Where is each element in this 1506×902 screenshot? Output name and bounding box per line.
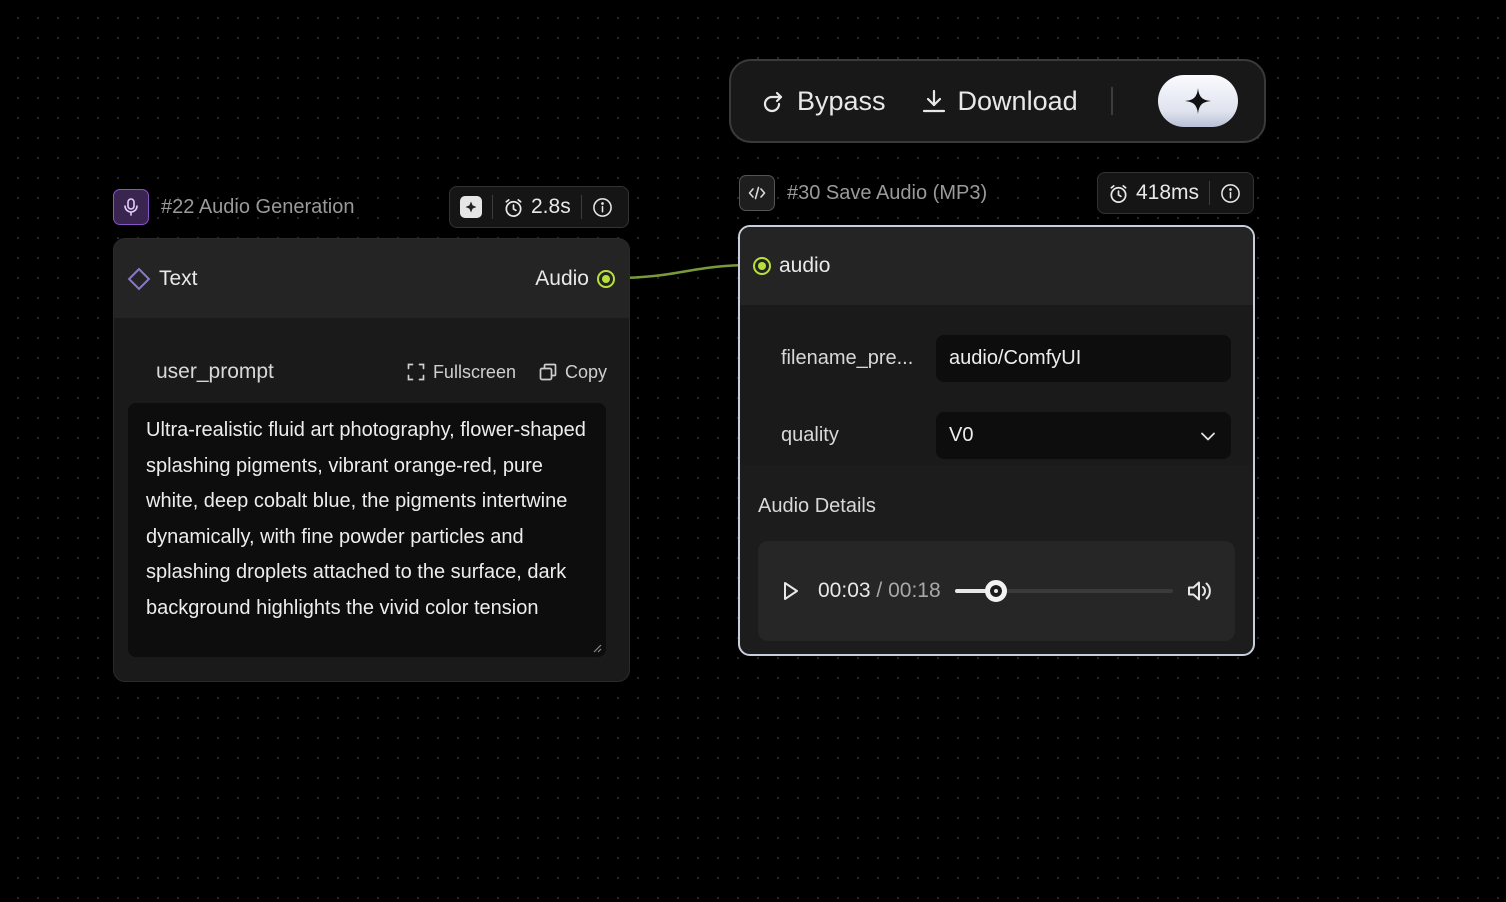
widget-name: user_prompt: [156, 360, 274, 383]
timer-icon: [503, 197, 524, 218]
node-30-status: 418ms: [1097, 172, 1254, 214]
download-icon: [920, 87, 948, 115]
microphone-icon: [113, 189, 149, 225]
output-label: Audio: [535, 266, 589, 290]
timer-icon: [1108, 183, 1129, 204]
filename-label: filename_pre...: [781, 347, 914, 369]
audio-details-title: Audio Details: [740, 465, 1253, 529]
time-separator: /: [876, 579, 883, 602]
filename-prefix-widget: filename_pre... audio/ComfyUI: [740, 335, 1253, 382]
node-title: #22 Audio Generation: [161, 195, 355, 218]
execution-time: 418ms: [1098, 173, 1209, 213]
download-label: Download: [957, 85, 1078, 116]
node-30-header[interactable]: #30 Save Audio (MP3): [739, 175, 987, 211]
volume-icon: [1185, 577, 1213, 605]
input-slot-text[interactable]: Text: [127, 267, 198, 291]
info-icon: [1220, 183, 1241, 204]
chevron-down-icon: [1198, 426, 1218, 446]
node-22-status: 2.8s: [449, 186, 629, 228]
node-io-bar: Text Audio: [114, 239, 629, 318]
ai-assist-button[interactable]: [1158, 75, 1238, 127]
time-display: 00:03 / 00:18: [818, 579, 941, 603]
input-label: audio: [779, 254, 831, 277]
current-time: 00:03: [818, 579, 871, 602]
diamond-slot-icon: [127, 267, 151, 290]
duration-label: 2.8s: [531, 195, 571, 218]
badge-button[interactable]: [450, 187, 492, 227]
output-port-icon[interactable]: [597, 269, 615, 288]
bypass-label: Bypass: [797, 85, 886, 116]
fullscreen-icon: [406, 362, 426, 382]
bypass-button[interactable]: Bypass: [759, 86, 886, 117]
node-title: #30 Save Audio (MP3): [787, 181, 988, 204]
seek-slider[interactable]: [954, 580, 1173, 602]
fullscreen-button[interactable]: Fullscreen: [406, 362, 516, 383]
quality-select[interactable]: V0: [936, 412, 1231, 459]
selection-toolbar: Bypass Download: [729, 59, 1266, 143]
input-slot-audio[interactable]: audio: [753, 254, 830, 278]
resize-handle-icon[interactable]: [592, 643, 602, 653]
execution-time: 2.8s: [493, 187, 581, 227]
volume-button[interactable]: [1185, 577, 1213, 605]
download-button[interactable]: Download: [920, 86, 1078, 117]
copy-label: Copy: [564, 361, 607, 382]
info-icon: [592, 197, 613, 218]
play-icon: [778, 579, 802, 603]
play-button[interactable]: [778, 579, 802, 603]
filename-input[interactable]: audio/ComfyUI: [936, 335, 1231, 382]
duration-label: 418ms: [1136, 181, 1200, 204]
node-io-bar: audio: [740, 227, 1253, 305]
audio-player: 00:03 / 00:18: [758, 541, 1235, 641]
fullscreen-label: Fullscreen: [432, 361, 516, 382]
widget-area: filename_pre... audio/ComfyUI quality V0: [740, 305, 1253, 465]
node-22-card[interactable]: Text Audio user_prompt Fullscreen Copy U…: [113, 238, 630, 682]
quality-label: quality: [781, 424, 839, 446]
total-time: 00:18: [888, 579, 941, 602]
bypass-icon: [759, 87, 787, 115]
quality-widget: quality V0: [740, 412, 1253, 459]
badge-icon: [460, 196, 482, 218]
node-30-card[interactable]: audio filename_pre... audio/ComfyUI qual…: [738, 225, 1255, 656]
quality-value: V0: [949, 424, 974, 446]
copy-icon: [538, 362, 558, 382]
node-22-header[interactable]: #22 Audio Generation: [113, 189, 355, 225]
info-button[interactable]: [1210, 173, 1251, 213]
prompt-textarea[interactable]: Ultra-realistic fluid art photography, f…: [128, 403, 606, 657]
prompt-text: Ultra-realistic fluid art photography, f…: [146, 419, 586, 619]
input-label: Text: [159, 266, 198, 290]
filename-value: audio/ComfyUI: [949, 347, 1082, 369]
seek-thumb[interactable]: [985, 580, 1008, 602]
copy-button[interactable]: Copy: [538, 362, 607, 383]
input-port-icon[interactable]: [753, 257, 771, 275]
info-button[interactable]: [582, 187, 623, 227]
output-slot-audio[interactable]: Audio: [535, 267, 615, 291]
code-icon: [739, 175, 775, 211]
toolbar-divider: [1110, 87, 1113, 115]
sparkle-icon: [1183, 86, 1213, 116]
